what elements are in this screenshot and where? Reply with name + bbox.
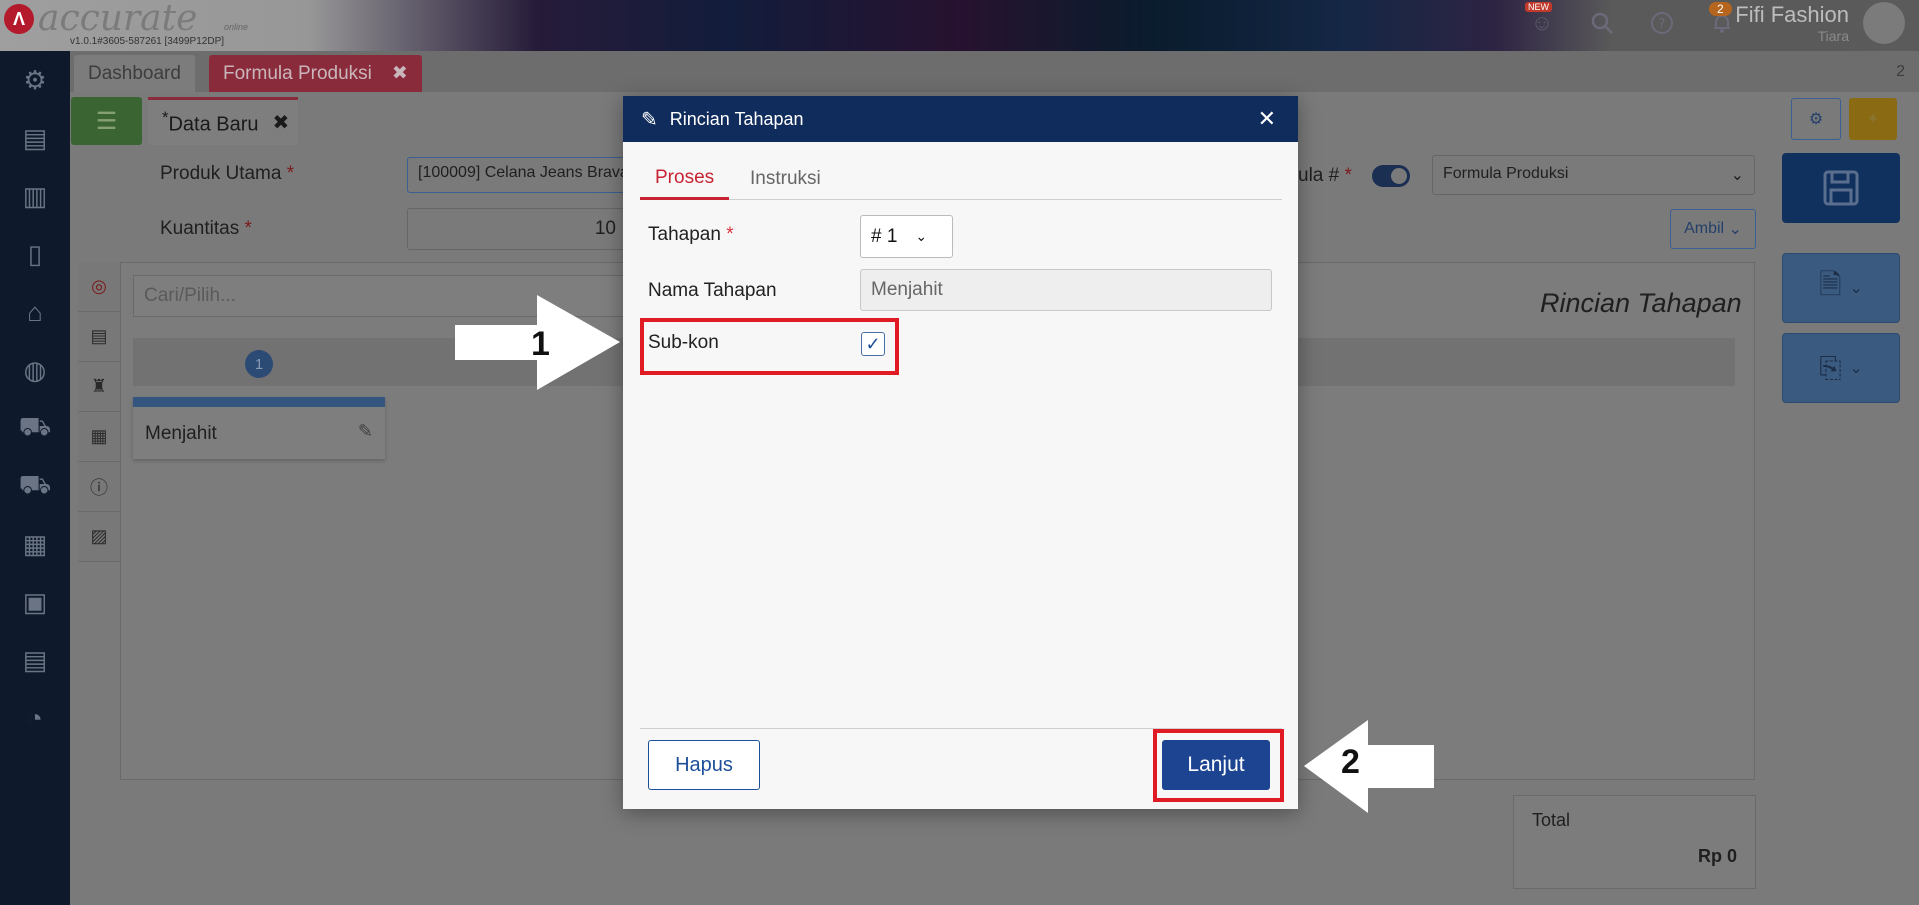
image-tab-icon[interactable]: ▨ xyxy=(78,512,120,562)
save-icon xyxy=(1823,170,1859,206)
tahapan-select[interactable]: # 1 ⌄ xyxy=(860,215,953,258)
ledger-book-icon[interactable]: ▯ xyxy=(0,225,70,283)
company-building-icon[interactable]: ▥ xyxy=(0,167,70,225)
form-settings-button[interactable]: ⚙ xyxy=(1791,98,1841,140)
shopping-cart-icon[interactable]: ⛟ xyxy=(0,399,70,457)
total-box: Total Rp 0 xyxy=(1513,795,1756,889)
dashboard-chart-icon[interactable]: ◔ xyxy=(0,689,70,747)
close-icon[interactable]: ✕ xyxy=(1258,106,1276,132)
logo-mark-icon: Λ xyxy=(4,4,34,34)
tab-instruksi[interactable]: Instruksi xyxy=(735,158,836,200)
inventory-icon[interactable]: ▦ xyxy=(0,515,70,573)
formula-select[interactable]: Formula Produksi ⌄ xyxy=(1432,155,1755,195)
nama-tahapan-field[interactable]: Menjahit xyxy=(860,269,1272,311)
hapus-button[interactable]: Hapus xyxy=(648,740,760,790)
total-value: Rp 0 xyxy=(1697,846,1737,866)
formula-number-label: ula # * xyxy=(1298,165,1352,186)
nama-tahapan-label: Nama Tahapan xyxy=(648,280,777,301)
cost-tab-icon[interactable]: ♜ xyxy=(78,362,120,412)
user-name: Tiara xyxy=(1817,28,1849,44)
kuantitas-field[interactable]: 10 xyxy=(407,208,627,250)
step-card[interactable]: Menjahit ✎ xyxy=(133,397,385,459)
ambil-button[interactable]: Ambil ⌄ xyxy=(1670,209,1756,249)
ambil-label: Ambil xyxy=(1684,220,1725,237)
tahapan-label: Tahapan * xyxy=(648,224,734,245)
pencil-icon: ✎ xyxy=(641,108,658,131)
company-info[interactable]: Fifi Fashion Tiara xyxy=(1735,2,1849,44)
chevron-down-icon: ⌄ xyxy=(1849,280,1863,297)
tab-dashboard-label: Dashboard xyxy=(88,62,181,84)
callout-arrow-left xyxy=(1304,720,1434,813)
data-tab-text: Data Baru xyxy=(168,113,259,136)
save-button[interactable] xyxy=(1782,153,1900,223)
highlight-subkon xyxy=(640,318,899,375)
rincian-tahapan-modal: ✎ Rincian Tahapan ✕ Proses Instruksi Tah… xyxy=(623,96,1298,809)
new-badge: NEW xyxy=(1525,2,1552,12)
settings-icon[interactable]: ⚙ xyxy=(0,51,70,109)
logo-online-label: online xyxy=(224,22,249,32)
tax-report-icon[interactable]: ▤ xyxy=(0,631,70,689)
produk-utama-field[interactable]: [100009] Celana Jeans Brava xyxy=(407,157,627,193)
edit-icon[interactable]: ✎ xyxy=(358,421,373,442)
tab-formula-produksi[interactable]: Formula Produksi ✖ xyxy=(209,55,422,92)
notification-bell-icon[interactable]: 2 xyxy=(1705,2,1739,40)
tab-formula-label: Formula Produksi xyxy=(223,62,372,84)
company-name: Fifi Fashion xyxy=(1735,2,1849,27)
document-tab-icon[interactable]: ▤ xyxy=(78,312,120,362)
chevron-down-icon: ⌄ xyxy=(1849,360,1863,377)
avatar[interactable] xyxy=(1863,2,1905,44)
document-icon: 🗎 xyxy=(1819,269,1842,300)
list-view-button[interactable]: ☰ xyxy=(71,97,142,145)
print-document-button[interactable]: 🗎 ⌄ xyxy=(1782,253,1900,323)
tab-proses[interactable]: Proses xyxy=(640,158,730,200)
sales-cart-icon[interactable]: ⛟ xyxy=(0,457,70,515)
formula-select-value: Formula Produksi xyxy=(1443,165,1569,182)
production-icon[interactable]: ▣ xyxy=(0,573,70,631)
step-number-badge[interactable]: 1 xyxy=(245,350,273,378)
version-label: v1.0.1#3605-587261 [3499P12DP] xyxy=(70,36,225,47)
section-title: Rincian Tahapan xyxy=(1540,288,1742,318)
top-bar: Λ accurate online v1.0.1#3605-587261 [34… xyxy=(0,0,1919,51)
highlight-lanjut xyxy=(1153,729,1284,802)
app-logo[interactable]: Λ accurate xyxy=(4,0,198,39)
produk-utama-label: Produk Utama * xyxy=(160,163,295,184)
money-bag-icon[interactable]: ◍ xyxy=(0,341,70,399)
chevron-down-icon: ⌄ xyxy=(915,228,928,244)
paperclip-icon: ⎘ xyxy=(1819,351,1842,383)
close-tab-icon[interactable]: ✖ xyxy=(392,62,408,85)
total-label: Total xyxy=(1532,810,1571,830)
modal-header: ✎ Rincian Tahapan ✕ xyxy=(623,96,1298,142)
callout-number-2: 2 xyxy=(1341,743,1360,781)
formula-auto-toggle[interactable] xyxy=(1372,165,1410,187)
step-card-label: Menjahit xyxy=(145,423,217,444)
notification-badge: 2 xyxy=(1709,2,1732,16)
tab-data-baru[interactable]: *Data Baru ✖ xyxy=(148,97,298,145)
tahapan-select-value: # 1 xyxy=(871,225,898,247)
tab-dashboard[interactable]: Dashboard xyxy=(74,55,195,92)
search-icon[interactable] xyxy=(1585,6,1619,40)
chevron-down-icon: ⌄ xyxy=(1730,167,1744,184)
process-steps-tab-icon[interactable]: ◎ xyxy=(78,262,120,312)
help-icon[interactable]: ? xyxy=(1645,6,1679,40)
left-sidebar: ⚙ ▤ ▥ ▯ ⌂ ◍ ⛟ ⛟ ▦ ▣ ▤ ◔ xyxy=(0,51,70,905)
callout-number-1: 1 xyxy=(531,325,550,363)
calendar-tab-icon[interactable]: ▦ xyxy=(78,412,120,462)
modal-tabs: Proses Instruksi xyxy=(640,158,1282,200)
tab-strip: Dashboard Formula Produksi ✖ 2 xyxy=(70,51,1919,92)
vertical-tabs: ◎ ▤ ♜ ▦ ⓘ ▨ xyxy=(78,262,120,562)
kuantitas-label: Kuantitas * xyxy=(160,218,252,239)
attachment-button[interactable]: ⎘ ⌄ xyxy=(1782,333,1900,403)
data-tab-label: *Data Baru xyxy=(162,108,259,137)
tips-bulb-button[interactable]: ✦ xyxy=(1849,98,1897,140)
svg-text:?: ? xyxy=(1659,17,1666,32)
modal-title: Rincian Tahapan xyxy=(669,108,804,129)
tab-count[interactable]: 2 xyxy=(1896,63,1905,81)
close-data-tab-icon[interactable]: ✖ xyxy=(273,110,290,135)
info-tab-icon[interactable]: ⓘ xyxy=(78,462,120,512)
top-icons: NEW ☺ ? 2 xyxy=(1525,2,1739,40)
cash-register-icon[interactable]: ▤ xyxy=(0,109,70,167)
whats-new-icon[interactable]: NEW ☺ xyxy=(1525,2,1559,40)
bank-icon[interactable]: ⌂ xyxy=(0,283,70,341)
logo-text: accurate xyxy=(38,0,198,39)
